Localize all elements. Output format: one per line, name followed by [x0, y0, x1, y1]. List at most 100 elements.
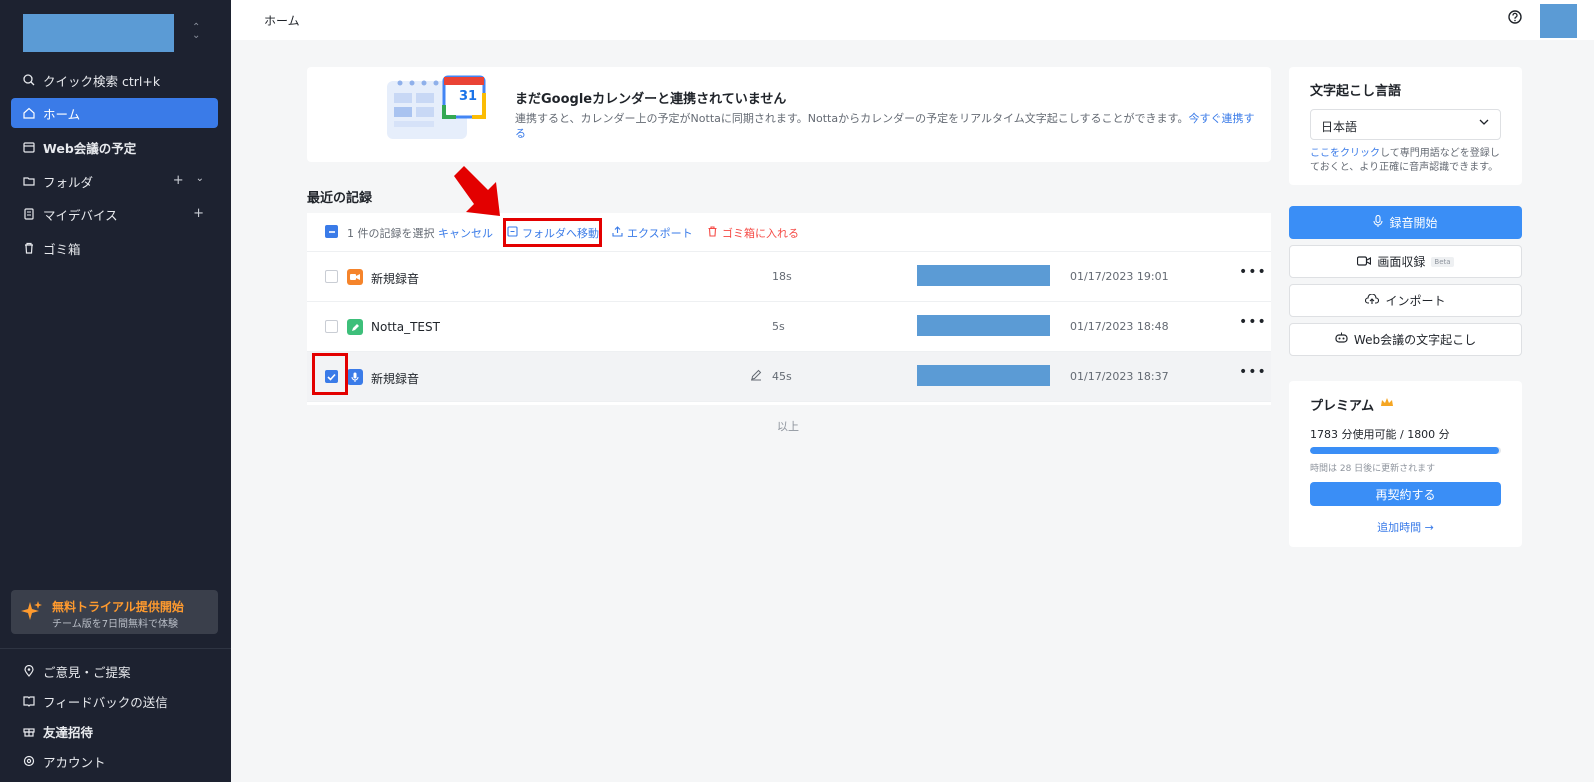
microphone-icon: [1373, 214, 1384, 230]
plus-icon[interactable]: +: [173, 173, 184, 188]
select-all-checkbox[interactable]: [325, 225, 338, 238]
gift-icon: [22, 724, 36, 738]
location-pin-icon: [22, 664, 36, 678]
trash-button[interactable]: ゴミ箱に入れる: [707, 225, 799, 241]
sidebar-item-feedback[interactable]: フィードバックの送信: [11, 686, 218, 716]
sidebar: ⌃ ⌄ クイック検索 ctrl+k ホーム Web会議の予定 フォルダ + ⌄ マイ…: [0, 0, 231, 782]
microphone-icon: [347, 369, 363, 385]
sidebar-item-account[interactable]: アカウント: [11, 746, 218, 776]
section-title: 最近の記録: [307, 191, 373, 206]
import-button[interactable]: インポート: [1289, 284, 1522, 317]
chevron-updown-icon[interactable]: ⌃ ⌄: [192, 23, 200, 41]
calendar-icon: [22, 140, 36, 154]
bot-icon: [1335, 332, 1348, 347]
sidebar-item-label: ご意見・ご提案: [43, 664, 131, 680]
start-recording-button[interactable]: 録音開始: [1289, 206, 1522, 239]
crown-icon: [1380, 397, 1394, 412]
row-checkbox[interactable]: [325, 270, 338, 283]
chevron-down-icon[interactable]: ⌄: [196, 173, 204, 188]
add-time-link[interactable]: 追加時間 →: [1289, 519, 1522, 535]
trial-banner[interactable]: 無料トライアル提供開始 チーム版を7日間無料で体験: [11, 590, 218, 634]
sidebar-item-suggestions[interactable]: ご意見・ご提案: [11, 656, 218, 686]
renew-subscription-button[interactable]: 再契約する: [1310, 482, 1501, 506]
sidebar-item-my-devices[interactable]: マイデバイス +: [11, 199, 218, 229]
selected-count: 1 件の記録を選択: [347, 227, 435, 240]
sidebar-item-label: クイック検索 ctrl+k: [43, 73, 161, 89]
trash-icon: [22, 241, 36, 255]
premium-card: プレミアム 1783 分使用可能 / 1800 分 時間は 28 日後に更新され…: [1289, 381, 1522, 547]
help-icon[interactable]: [1508, 10, 1522, 27]
sidebar-item-home[interactable]: ホーム: [11, 98, 218, 128]
redacted-block: [917, 315, 1050, 336]
more-icon[interactable]: •••: [1239, 364, 1267, 380]
gear-icon: [22, 754, 36, 768]
sidebar-item-label: フォルダ: [43, 174, 94, 190]
more-icon[interactable]: •••: [1239, 264, 1267, 280]
language-tip: ここをクリックして専門用語などを登録しておくと、より正確に音声認識できます。: [1310, 148, 1500, 173]
note-icon: [347, 319, 363, 335]
more-icon[interactable]: •••: [1239, 314, 1267, 330]
record-name[interactable]: 新規録音: [371, 270, 419, 287]
sidebar-item-label: アカウント: [43, 754, 106, 770]
chevron-down-icon: [1478, 116, 1490, 131]
sidebar-item-label: ゴミ箱: [43, 241, 81, 257]
sidebar-item-trash[interactable]: ゴミ箱: [11, 233, 218, 263]
calendar-banner: 31 まだGoogleカレンダーと連携されていません 連携すると、カレンダー上の…: [307, 67, 1271, 162]
sidebar-item-label: マイデバイス: [43, 207, 118, 223]
video-icon: [347, 269, 363, 285]
language-select[interactable]: 日本語: [1310, 109, 1501, 140]
home-icon: [22, 106, 36, 120]
table-row[interactable]: 新規録音 45s 01/17/2023 18:37 •••: [307, 352, 1271, 402]
row-checkbox[interactable]: [325, 320, 338, 333]
plus-icon[interactable]: +: [193, 206, 204, 221]
annotation-highlight: [503, 218, 602, 247]
card-title: 文字起こし言語: [1310, 84, 1402, 99]
web-meeting-transcription-button[interactable]: Web会議の文字起こし: [1289, 323, 1522, 356]
calendar-illustration-icon: [382, 75, 497, 148]
banner-description: 連携すると、カレンダー上の予定がNottaに同期されます。Nottaからカレンダ…: [515, 112, 1255, 140]
workspace-switcher[interactable]: [23, 14, 174, 52]
export-button[interactable]: エクスポート: [612, 225, 693, 241]
screen-record-button[interactable]: 画面収録 Beta: [1289, 245, 1522, 278]
record-name[interactable]: Notta_TEST: [371, 320, 440, 334]
camera-icon: [1357, 255, 1372, 269]
calendar-day: 31: [459, 89, 478, 104]
record-date: 01/17/2023 18:37: [1070, 370, 1169, 383]
record-duration: 5s: [772, 320, 785, 333]
record-duration: 18s: [772, 270, 792, 283]
search-icon: [22, 73, 36, 87]
transcription-language-card: 文字起こし言語 日本語 ここをクリックして専門用語などを登録しておくと、より正確…: [1289, 67, 1522, 185]
record-duration: 45s: [772, 370, 792, 383]
annotation-arrow-icon: [450, 162, 510, 223]
table-row[interactable]: 新規録音 18s 01/17/2023 19:01 •••: [307, 252, 1271, 302]
record-date: 01/17/2023 18:48: [1070, 320, 1169, 333]
redacted-block: [917, 365, 1050, 386]
sidebar-item-folders[interactable]: フォルダ + ⌄: [11, 166, 218, 196]
device-icon: [22, 207, 36, 221]
sidebar-item-invite[interactable]: 友達招待: [11, 716, 218, 746]
sidebar-item-label: Web会議の予定: [43, 140, 137, 156]
book-icon: [22, 694, 36, 708]
custom-vocabulary-link[interactable]: ここをクリック: [1310, 148, 1380, 159]
cancel-button[interactable]: キャンセル: [438, 225, 493, 241]
trial-title: 無料トライアル提供開始: [52, 600, 184, 614]
folder-icon: [22, 174, 36, 188]
annotation-highlight: [312, 353, 348, 395]
sparkle-icon: [21, 600, 43, 625]
usage-text: 1783 分使用可能 / 1800 分: [1310, 428, 1450, 441]
usage-progress-bar: [1310, 447, 1501, 454]
record-date: 01/17/2023 19:01: [1070, 270, 1169, 283]
beta-badge: Beta: [1431, 256, 1454, 267]
breadcrumb: ホーム: [264, 14, 300, 28]
avatar[interactable]: [1540, 4, 1577, 38]
table-row[interactable]: Notta_TEST 5s 01/17/2023 18:48 •••: [307, 302, 1271, 352]
record-name[interactable]: 新規録音: [371, 370, 419, 387]
sidebar-item-meetings[interactable]: Web会議の予定: [11, 132, 218, 162]
pencil-icon[interactable]: [750, 369, 762, 384]
redacted-block: [917, 265, 1050, 286]
records-table: 1 件の記録を選択 キャンセル フォルダへ移動 エクスポート ゴミ箱に入れる 新…: [307, 213, 1271, 405]
upload-icon: [612, 226, 623, 240]
sidebar-item-quick-search[interactable]: クイック検索 ctrl+k: [11, 65, 218, 95]
divider: [0, 648, 231, 649]
banner-title: まだGoogleカレンダーと連携されていません: [515, 92, 787, 107]
